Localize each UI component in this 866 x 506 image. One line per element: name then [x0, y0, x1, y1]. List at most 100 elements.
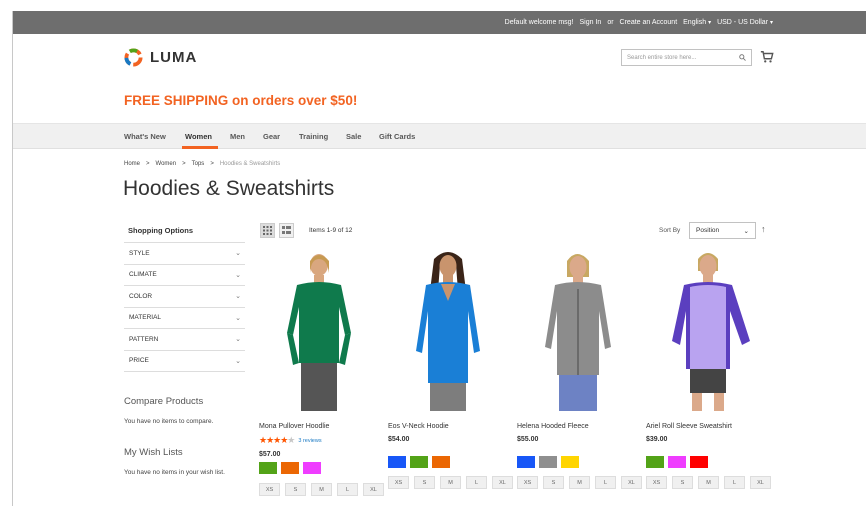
luma-logo-icon — [124, 48, 143, 67]
chevron-down-icon: ⌄ — [235, 293, 241, 301]
filter-climate[interactable]: CLIMATE ⌄ — [124, 265, 245, 286]
size-xs[interactable]: XS — [259, 483, 280, 496]
nav-item-women[interactable]: Women — [185, 132, 212, 141]
filter-label: PRICE — [129, 357, 149, 365]
size-l[interactable]: L — [595, 476, 616, 489]
top-bar: Default welcome msg! Sign In or Create a… — [13, 11, 866, 34]
product-name[interactable]: Mona Pullover Hoodlie — [259, 423, 379, 430]
swatch-blue[interactable] — [517, 456, 535, 468]
wish-list-block: My Wish Lists You have no items in your … — [124, 447, 225, 476]
chevron-down-icon: ⌄ — [235, 314, 241, 322]
size-s[interactable]: S — [285, 483, 306, 496]
swatch-green[interactable] — [259, 462, 277, 474]
size-s[interactable]: S — [672, 476, 693, 489]
sort-direction-arrow-icon[interactable]: ↑ — [761, 224, 766, 234]
swatch-green[interactable] — [646, 456, 664, 468]
product-card[interactable]: Eos V-Neck Hoodie $54.00 — [388, 251, 508, 443]
size-l[interactable]: L — [724, 476, 745, 489]
sign-in-link[interactable]: Sign In — [580, 19, 602, 26]
swatch-yellow[interactable] — [561, 456, 579, 468]
product-image[interactable] — [517, 251, 637, 411]
luma-logo[interactable]: LUMA — [124, 48, 197, 67]
size-xl[interactable]: XL — [621, 476, 642, 489]
compare-products-block: Compare Products You have no items to co… — [124, 396, 213, 425]
size-m[interactable]: M — [569, 476, 590, 489]
product-card[interactable]: Helena Hooded Fleece $55.00 — [517, 251, 637, 443]
cart-icon[interactable] — [760, 50, 774, 64]
swatch-orange[interactable] — [281, 462, 299, 474]
size-xs[interactable]: XS — [388, 476, 409, 489]
main-navigation: What's New Women Men Gear Training Sale … — [13, 123, 866, 149]
size-xs[interactable]: XS — [646, 476, 667, 489]
size-options: XS S M L XL — [517, 476, 642, 489]
list-view-button[interactable] — [279, 223, 294, 238]
product-image[interactable] — [388, 251, 508, 411]
search-icon[interactable] — [739, 54, 746, 61]
swatch-orange[interactable] — [432, 456, 450, 468]
filter-style[interactable]: STYLE ⌄ — [124, 243, 245, 265]
or-text: or — [607, 19, 614, 26]
size-l[interactable]: L — [466, 476, 487, 489]
size-m[interactable]: M — [440, 476, 461, 489]
swatch-purple[interactable] — [303, 462, 321, 474]
search-input[interactable]: Search entire store here... — [621, 49, 752, 66]
active-nav-indicator — [182, 146, 218, 149]
grid-view-button[interactable] — [260, 223, 275, 238]
swatch-purple[interactable] — [668, 456, 686, 468]
product-card[interactable]: Ariel Roll Sleeve Sweatshirt $39.00 — [646, 251, 766, 443]
size-xl[interactable]: XL — [492, 476, 513, 489]
product-name[interactable]: Helena Hooded Fleece — [517, 423, 637, 430]
nav-item-gift-cards[interactable]: Gift Cards — [379, 132, 415, 141]
filter-label: PATTERN — [129, 335, 159, 343]
breadcrumb-tops[interactable]: Tops — [192, 161, 205, 167]
chevron-down-icon: ⌄ — [235, 250, 241, 258]
swatch-red[interactable] — [690, 456, 708, 468]
breadcrumb-women[interactable]: Women — [156, 161, 177, 167]
color-swatches — [646, 456, 708, 468]
size-xs[interactable]: XS — [517, 476, 538, 489]
wish-list-text: You have no items in your wish list. — [124, 469, 225, 476]
product-image[interactable] — [259, 251, 379, 411]
size-m[interactable]: M — [698, 476, 719, 489]
breadcrumb: Home > Women > Tops > Hoodies & Sweatshi… — [124, 161, 280, 167]
color-swatches — [259, 462, 321, 474]
product-name[interactable]: Eos V-Neck Hoodie — [388, 423, 508, 430]
product-card[interactable]: Mona Pullover Hoodlie ★★★★★ 3 reviews $5… — [259, 251, 379, 458]
nav-item-gear[interactable]: Gear — [263, 132, 280, 141]
filter-material[interactable]: MATERIAL ⌄ — [124, 308, 245, 329]
list-icon — [282, 226, 291, 234]
nav-item-training[interactable]: Training — [299, 132, 328, 141]
chevron-down-icon: ⌄ — [235, 271, 241, 279]
product-price: $39.00 — [646, 436, 668, 443]
create-account-link[interactable]: Create an Account — [620, 19, 678, 26]
breadcrumb-home[interactable]: Home — [124, 161, 140, 167]
reviews-link[interactable]: 3 reviews — [298, 438, 321, 444]
filter-color[interactable]: COLOR ⌄ — [124, 286, 245, 308]
items-count: Items 1-9 of 12 — [309, 227, 353, 234]
size-xl[interactable]: XL — [750, 476, 771, 489]
compare-products-title: Compare Products — [124, 396, 204, 407]
nav-item-men[interactable]: Men — [230, 132, 245, 141]
breadcrumb-separator: > — [210, 161, 214, 167]
swatch-blue[interactable] — [388, 456, 406, 468]
product-image[interactable] — [646, 251, 766, 411]
product-name[interactable]: Ariel Roll Sleeve Sweatshirt — [646, 423, 766, 430]
wish-list-title: My Wish Lists — [124, 447, 183, 458]
chevron-down-icon: ▾ — [708, 20, 712, 26]
size-m[interactable]: M — [311, 483, 332, 496]
nav-item-whats-new[interactable]: What's New — [124, 132, 166, 141]
sort-by-select[interactable]: Position ⌄ — [689, 222, 756, 239]
free-shipping-banner[interactable]: FREE SHIPPING on orders over $50! — [124, 93, 357, 108]
language-switcher[interactable]: English ▾ — [683, 19, 711, 26]
swatch-green[interactable] — [410, 456, 428, 468]
language-label: English — [683, 19, 707, 26]
filter-price[interactable]: PRICE ⌄ — [124, 351, 245, 372]
filter-pattern[interactable]: PATTERN ⌄ — [124, 329, 245, 351]
nav-item-sale[interactable]: Sale — [346, 132, 361, 141]
size-s[interactable]: S — [543, 476, 564, 489]
currency-switcher[interactable]: USD - US Dollar ▾ — [717, 19, 773, 26]
size-xl[interactable]: XL — [363, 483, 384, 496]
swatch-gray[interactable] — [539, 456, 557, 468]
size-s[interactable]: S — [414, 476, 435, 489]
size-l[interactable]: L — [337, 483, 358, 496]
